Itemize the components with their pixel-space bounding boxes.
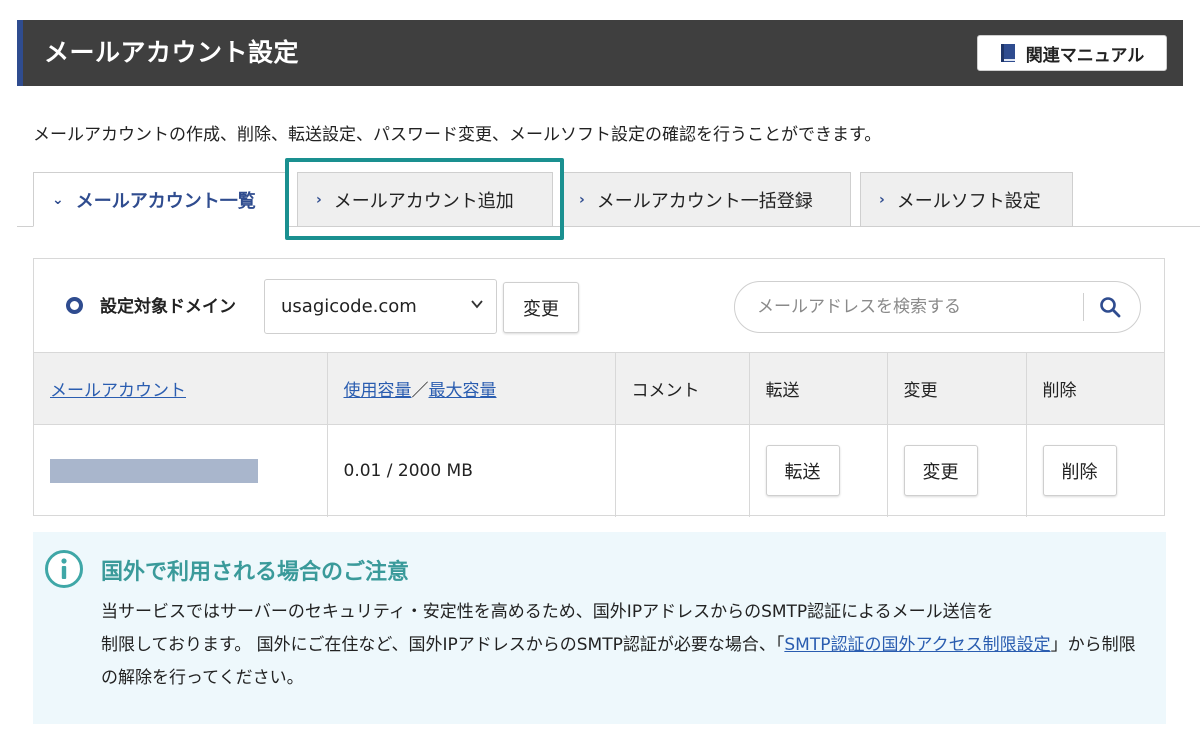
search-button[interactable] (1093, 291, 1127, 323)
search-divider (1083, 293, 1084, 321)
header-mail-account: メールアカウント (34, 352, 328, 425)
header-change: 変更 (886, 352, 1027, 425)
sort-mail-account-link[interactable]: メールアカウント (50, 381, 186, 401)
table-header-row: メールアカウント 使用容量／最大容量 コメント 転送 変更 削除 (34, 352, 1164, 425)
account-panel: 設定対象ドメイン usagicode.com 変更 メールアカウント (33, 258, 1165, 517)
domain-row: 設定対象ドメイン usagicode.com 変更 (34, 259, 1164, 352)
notice-text-line2: 制限しております。 国外にご在住など、国外IPアドレスからのSMTP認証が必要な… (101, 635, 785, 655)
forward-button[interactable]: 転送 (765, 445, 840, 497)
notice-title: 国外で利用される場合のご注意 (101, 560, 410, 585)
domain-select[interactable]: usagicode.com (264, 279, 497, 334)
chevron-down-icon: ⌄ (52, 191, 64, 208)
usage-cell: 0.01 / 2000 MB (326, 424, 616, 517)
account-cell (34, 424, 328, 517)
table-row: 0.01 / 2000 MB 転送 変更 削除 (34, 424, 1164, 517)
header-capacity: 使用容量／最大容量 (326, 352, 616, 425)
accounts-table: メールアカウント 使用容量／最大容量 コメント 転送 変更 削除 0.01 / … (34, 352, 1164, 517)
sort-max-capacity-link[interactable]: 最大容量 (429, 381, 497, 401)
domain-label: 設定対象ドメイン (100, 297, 236, 317)
change-button[interactable]: 変更 (903, 445, 978, 497)
search-icon (1100, 297, 1121, 318)
chevron-right-icon: › (579, 191, 585, 208)
tab-label: メールアカウント一括登録 (596, 190, 813, 212)
chevron-right-icon: › (316, 191, 322, 208)
masked-account-name (50, 458, 258, 483)
related-manual-label: 関連マニュアル (1025, 45, 1145, 66)
header-forward: 転送 (748, 352, 888, 425)
comment-cell (614, 424, 750, 517)
notice-text-line1: 当サービスではサーバーのセキュリティ・安定性を高めるため、国外IPアドレスからの… (101, 602, 994, 622)
capacity-separator: ／ (411, 381, 429, 401)
page-title: メールアカウント設定 (44, 38, 300, 67)
tab-label: メールアカウント追加 (333, 190, 514, 212)
tab-mail-software-settings[interactable]: › メールソフト設定 (860, 172, 1073, 227)
page-description: メールアカウントの作成、削除、転送設定、パスワード変更、メールソフト設定の確認を… (33, 125, 882, 145)
sort-used-capacity-link[interactable]: 使用容量 (344, 381, 412, 401)
tab-account-bulk-register[interactable]: › メールアカウント一括登録 (560, 172, 851, 227)
chevron-down-icon (471, 300, 483, 309)
page-header: メールアカウント設定 関連マニュアル (17, 20, 1183, 86)
tab-account-list[interactable]: ⌄ メールアカウント一覧 (33, 172, 286, 227)
book-icon (1000, 43, 1016, 63)
tab-account-add[interactable]: › メールアカウント追加 (297, 172, 553, 227)
tab-label: メールアカウント一覧 (75, 190, 256, 212)
delete-cell: 削除 (1025, 424, 1164, 517)
header-delete: 削除 (1025, 352, 1164, 425)
smtp-restriction-settings-link[interactable]: SMTP認証の国外アクセス制限設定 (784, 635, 1050, 655)
related-manual-button[interactable]: 関連マニュアル (977, 35, 1167, 71)
chevron-right-icon: › (879, 191, 885, 208)
delete-button[interactable]: 削除 (1042, 445, 1117, 497)
overseas-notice: 国外で利用される場合のご注意 当サービスではサーバーのセキュリティ・安定性を高め… (33, 532, 1166, 724)
forward-cell: 転送 (748, 424, 888, 517)
change-domain-button[interactable]: 変更 (503, 282, 579, 333)
header-comment: コメント (614, 352, 750, 425)
search-input[interactable] (757, 282, 1077, 332)
tab-label: メールソフト設定 (896, 190, 1041, 212)
notice-body: 当サービスではサーバーのセキュリティ・安定性を高めるため、国外IPアドレスからの… (101, 596, 1151, 695)
header-accent-bar (17, 20, 23, 86)
domain-select-value: usagicode.com (281, 296, 417, 317)
change-cell: 変更 (886, 424, 1027, 517)
info-icon (45, 550, 83, 588)
radio-selected-icon (66, 297, 83, 314)
search-box (734, 281, 1141, 333)
